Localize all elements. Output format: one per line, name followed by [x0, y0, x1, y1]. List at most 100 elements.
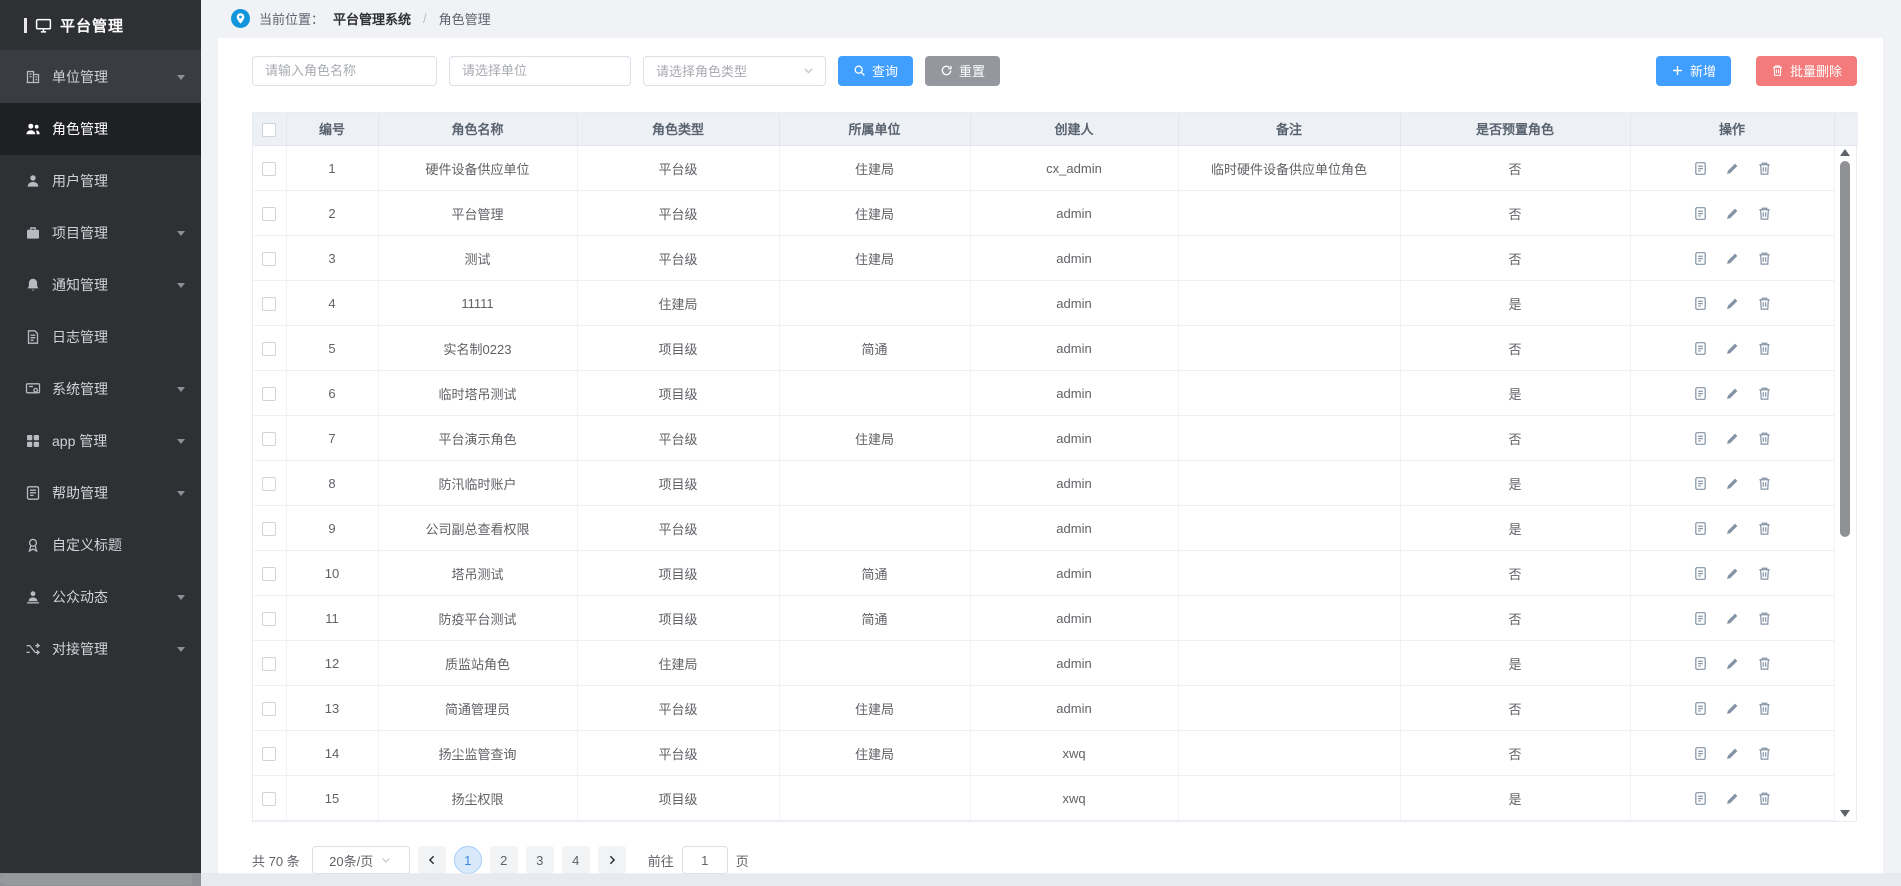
scroll-up-arrow-icon[interactable] [1840, 149, 1850, 156]
delete-button[interactable] [1757, 386, 1772, 401]
edit-button[interactable] [1725, 656, 1740, 671]
sidebar-item[interactable]: 帮助管理 [0, 467, 201, 519]
view-detail-button[interactable] [1693, 611, 1708, 626]
delete-button[interactable] [1757, 521, 1772, 536]
delete-button[interactable] [1757, 251, 1772, 266]
view-detail-button[interactable] [1693, 206, 1708, 221]
cell-role-type: 平台级 [577, 236, 779, 281]
view-detail-button[interactable] [1693, 701, 1708, 716]
sidebar-item[interactable]: 角色管理 [0, 103, 201, 155]
row-checkbox[interactable] [262, 252, 276, 266]
view-detail-button[interactable] [1693, 161, 1708, 176]
role-type-select[interactable]: 请选择角色类型 [643, 56, 826, 86]
role-name-input[interactable] [252, 56, 437, 86]
sidebar-item[interactable]: 日志管理 [0, 311, 201, 363]
sidebar-item[interactable]: 通知管理 [0, 259, 201, 311]
view-detail-button[interactable] [1693, 746, 1708, 761]
edit-button[interactable] [1725, 791, 1740, 806]
view-detail-button[interactable] [1693, 431, 1708, 446]
view-detail-button[interactable] [1693, 566, 1708, 581]
sidebar-item[interactable]: 公众动态 [0, 571, 201, 623]
sidebar-item[interactable]: 系统管理 [0, 363, 201, 415]
delete-button[interactable] [1757, 566, 1772, 581]
edit-button[interactable] [1725, 431, 1740, 446]
view-detail-button[interactable] [1693, 521, 1708, 536]
edit-button[interactable] [1725, 341, 1740, 356]
delete-button[interactable] [1757, 296, 1772, 311]
page-number-button[interactable]: 2 [490, 846, 518, 874]
view-detail-button[interactable] [1693, 656, 1708, 671]
row-checkbox[interactable] [262, 207, 276, 221]
delete-button[interactable] [1757, 341, 1772, 356]
sidebar-item[interactable]: 项目管理 [0, 207, 201, 259]
batch-delete-button[interactable]: 批量删除 [1756, 56, 1857, 86]
view-detail-button[interactable] [1693, 296, 1708, 311]
horizontal-scrollbar-thumb[interactable] [0, 874, 193, 885]
edit-button[interactable] [1725, 746, 1740, 761]
page-size-select[interactable]: 20条/页 [312, 846, 410, 874]
row-checkbox[interactable] [262, 342, 276, 356]
row-checkbox[interactable] [262, 702, 276, 716]
row-checkbox[interactable] [262, 522, 276, 536]
sidebar-item[interactable]: 对接管理 [0, 623, 201, 675]
edit-button[interactable] [1725, 476, 1740, 491]
edit-button[interactable] [1725, 386, 1740, 401]
delete-button[interactable] [1757, 611, 1772, 626]
row-checkbox[interactable] [262, 657, 276, 671]
prev-page-button[interactable] [418, 846, 446, 874]
delete-button[interactable] [1757, 791, 1772, 806]
vertical-scrollbar-thumb[interactable] [1840, 161, 1850, 537]
row-checkbox[interactable] [262, 612, 276, 626]
add-button[interactable]: 新增 [1656, 56, 1731, 86]
row-checkbox[interactable] [262, 387, 276, 401]
cell-unit: 简通 [779, 551, 970, 596]
view-detail-button[interactable] [1693, 251, 1708, 266]
delete-button[interactable] [1757, 746, 1772, 761]
row-checkbox[interactable] [262, 432, 276, 446]
sidebar-item[interactable]: 自定义标题 [0, 519, 201, 571]
unit-select-input[interactable] [449, 56, 631, 86]
delete-button[interactable] [1757, 701, 1772, 716]
goto-page-input[interactable] [682, 846, 728, 874]
view-detail-button[interactable] [1693, 791, 1708, 806]
view-detail-button[interactable] [1693, 386, 1708, 401]
edit-button[interactable] [1725, 296, 1740, 311]
view-detail-button[interactable] [1693, 476, 1708, 491]
row-checkbox[interactable] [262, 567, 276, 581]
page-number-button[interactable]: 1 [454, 846, 482, 874]
edit-button[interactable] [1725, 206, 1740, 221]
page-number-button[interactable]: 4 [562, 846, 590, 874]
search-button[interactable]: 查询 [838, 56, 913, 86]
edit-button[interactable] [1725, 566, 1740, 581]
view-detail-button[interactable] [1693, 341, 1708, 356]
table-row: 11 防疫平台测试 项目级 简通 admin 否 [253, 596, 1858, 641]
row-checkbox[interactable] [262, 162, 276, 176]
delete-button[interactable] [1757, 431, 1772, 446]
delete-button[interactable] [1757, 476, 1772, 491]
scroll-down-arrow-icon[interactable] [1840, 810, 1850, 817]
row-checkbox[interactable] [262, 792, 276, 806]
row-checkbox[interactable] [262, 297, 276, 311]
breadcrumb-root[interactable]: 平台管理系统 [333, 9, 411, 28]
delete-button[interactable] [1757, 656, 1772, 671]
edit-button[interactable] [1725, 251, 1740, 266]
cell-preset: 否 [1400, 731, 1630, 776]
next-page-button[interactable] [598, 846, 626, 874]
select-all-checkbox[interactable] [262, 123, 276, 137]
edit-button[interactable] [1725, 521, 1740, 536]
sidebar-item[interactable]: app 管理 [0, 415, 201, 467]
edit-button[interactable] [1725, 701, 1740, 716]
detail-icon [1693, 206, 1708, 221]
delete-button[interactable] [1757, 206, 1772, 221]
row-checkbox[interactable] [262, 477, 276, 491]
reset-button[interactable]: 重置 [925, 56, 1000, 86]
edit-button[interactable] [1725, 161, 1740, 176]
sidebar-item[interactable]: 单位管理 [0, 51, 201, 103]
delete-button[interactable] [1757, 161, 1772, 176]
page-number-button[interactable]: 3 [526, 846, 554, 874]
row-checkbox[interactable] [262, 747, 276, 761]
edit-button[interactable] [1725, 611, 1740, 626]
plus-icon [1671, 64, 1684, 77]
chevron-down-icon [177, 231, 185, 236]
sidebar-item[interactable]: 用户管理 [0, 155, 201, 207]
